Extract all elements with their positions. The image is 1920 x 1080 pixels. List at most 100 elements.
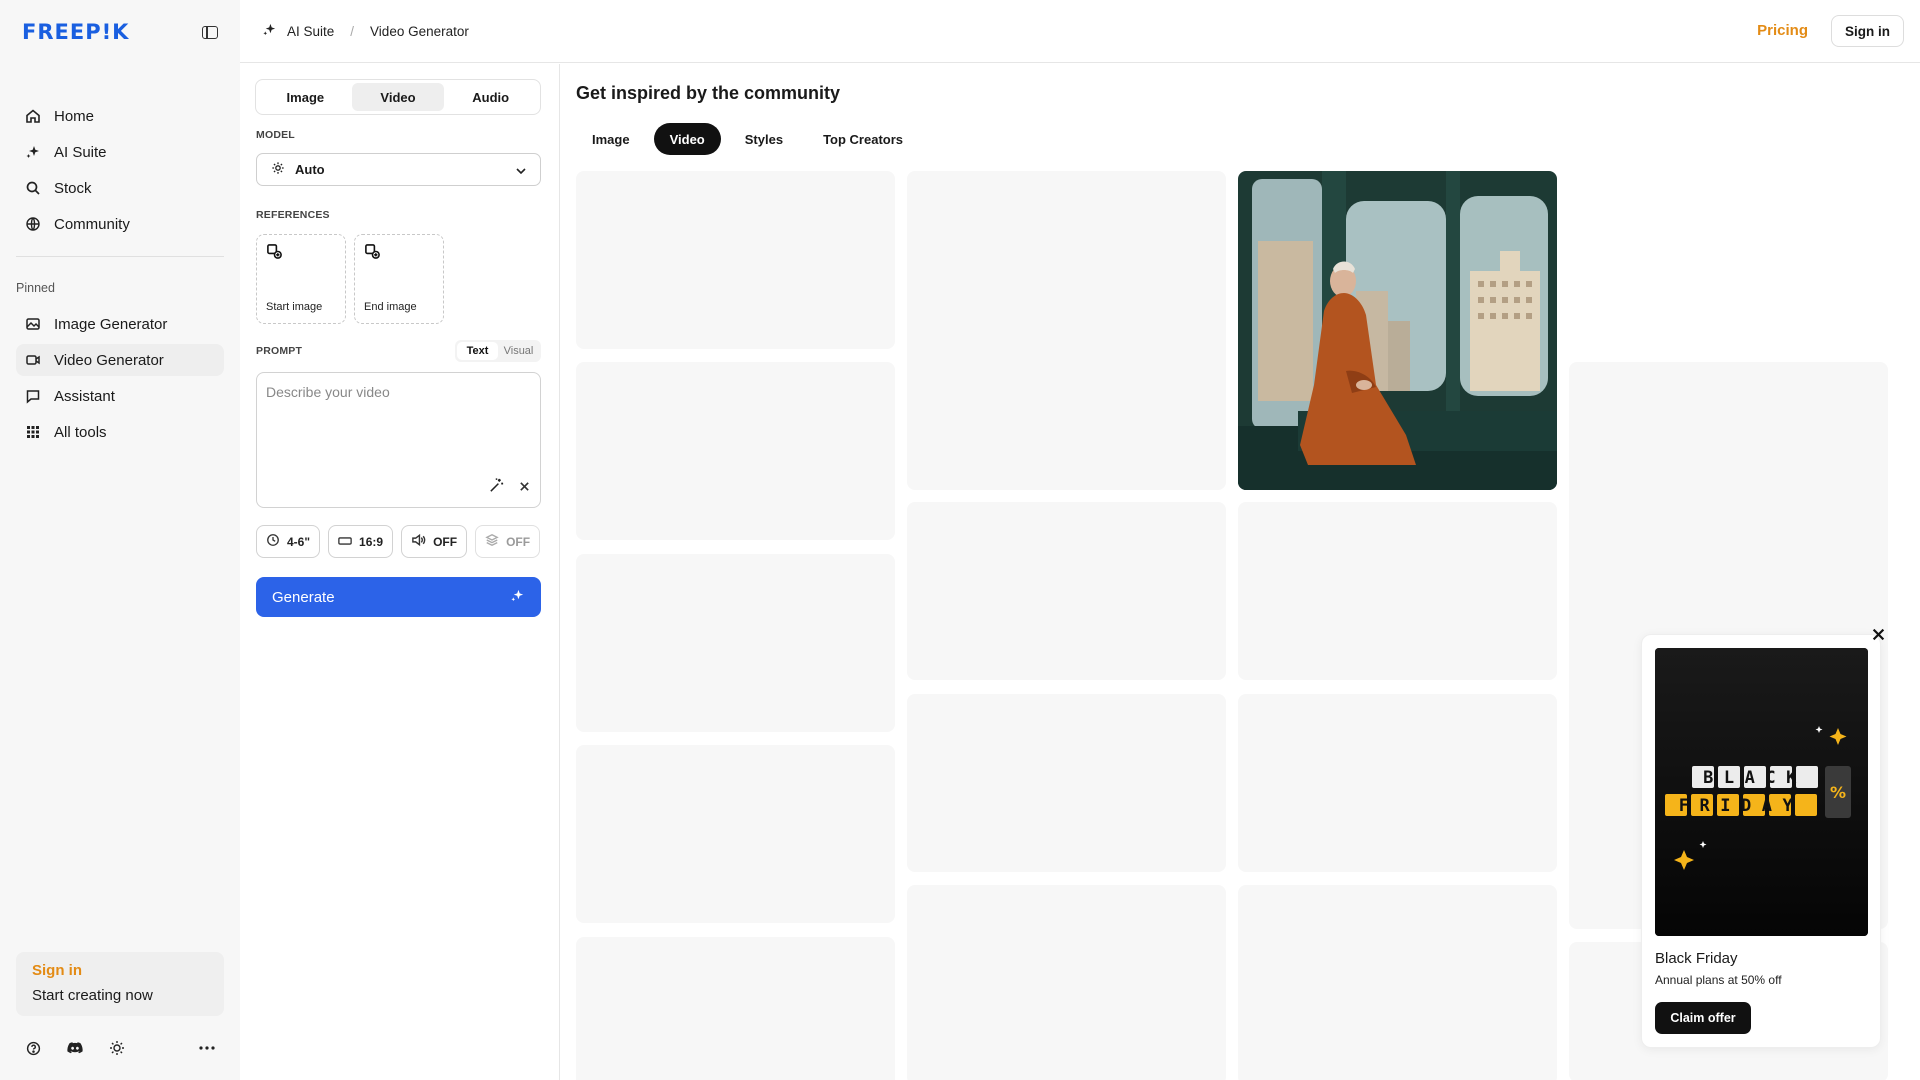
breadcrumb-video-generator: Video Generator — [370, 23, 469, 39]
clear-icon[interactable] — [519, 479, 530, 497]
sidebar-item-ai-suite[interactable]: AI Suite — [16, 136, 224, 168]
settings-chips: 4-6" 16:9 OFF OFF — [256, 525, 541, 558]
sidebar-footer — [24, 1038, 216, 1058]
pinned-heading: Pinned — [16, 281, 55, 295]
sidebar-item-label: Community — [54, 215, 130, 233]
gallery-tile-placeholder[interactable] — [576, 937, 895, 1080]
duration-chip[interactable]: 4-6" — [256, 525, 321, 558]
help-icon[interactable] — [24, 1039, 42, 1057]
sidebar: FREEP!K Home AI Suite Stock Community Pi… — [0, 0, 240, 1080]
gallery-tile-placeholder[interactable] — [576, 362, 895, 540]
pricing-link[interactable]: Pricing — [1757, 22, 1808, 39]
prompt-mode-toggle: Text Visual — [455, 340, 541, 362]
sidebar-item-label: Assistant — [54, 387, 115, 405]
more-icon[interactable] — [198, 1039, 216, 1057]
prompt-tools — [488, 477, 530, 499]
pinned-nav: Image Generator Video Generator Assistan… — [16, 308, 224, 452]
layers-chip[interactable]: OFF — [475, 525, 541, 558]
gallery-tile-placeholder[interactable] — [1238, 885, 1557, 1080]
references-label: REFERENCES — [256, 209, 330, 221]
sidebar-item-stock[interactable]: Stock — [16, 172, 224, 204]
globe-icon — [24, 215, 42, 233]
generator-panel: Image Video Audio MODEL Auto REFERENCES … — [240, 64, 560, 1080]
sidebar-item-home[interactable]: Home — [16, 100, 224, 132]
aspect-ratio-icon — [338, 535, 352, 549]
end-image-upload[interactable]: End image — [354, 234, 444, 324]
black-friday-banner: BLACK FRIDAY % — [1655, 648, 1868, 936]
sidebar-item-label: AI Suite — [54, 143, 107, 161]
start-image-label: Start image — [266, 301, 323, 313]
close-icon[interactable] — [1868, 624, 1888, 644]
tab-audio[interactable]: Audio — [444, 83, 537, 111]
sparkle-icon — [510, 588, 525, 607]
percent-symbol: % — [1830, 783, 1846, 802]
model-value: Auto — [295, 162, 325, 177]
audio-chip[interactable]: OFF — [401, 525, 468, 558]
speaker-icon — [411, 533, 426, 550]
sidebar-item-video-generator[interactable]: Video Generator — [16, 344, 224, 376]
add-image-icon — [364, 243, 381, 265]
gallery-tile-placeholder[interactable] — [907, 171, 1226, 490]
aspect-ratio-chip[interactable]: 16:9 — [328, 525, 394, 558]
sidebar-divider — [16, 256, 224, 257]
gallery-tile-placeholder[interactable] — [576, 171, 895, 349]
sidebar-item-label: Video Generator — [54, 351, 164, 369]
aspect-ratio-value: 16:9 — [359, 534, 384, 549]
tab-video[interactable]: Video — [351, 83, 445, 111]
breadcrumb-ai-suite[interactable]: AI Suite — [287, 24, 334, 39]
black-text: BLACK — [1703, 768, 1807, 788]
friday-text: FRIDAY — [1679, 796, 1803, 816]
search-icon — [24, 179, 42, 197]
signin-card-title[interactable]: Sign in — [32, 962, 208, 979]
signin-button[interactable]: Sign in — [1831, 15, 1904, 47]
gallery-tab-top-creators[interactable]: Top Creators — [807, 123, 919, 155]
gallery-tile-placeholder[interactable] — [1238, 502, 1557, 680]
sidebar-item-community[interactable]: Community — [16, 208, 224, 240]
gallery-tab-styles[interactable]: Styles — [729, 123, 799, 155]
tab-image[interactable]: Image — [259, 83, 352, 111]
discord-icon[interactable] — [66, 1039, 84, 1057]
gallery-tile-placeholder[interactable] — [907, 502, 1226, 680]
magic-wand-icon[interactable] — [488, 477, 505, 499]
gallery-tab-image[interactable]: Image — [576, 123, 646, 155]
breadcrumb-separator: / — [350, 23, 355, 39]
layers-value: OFF — [506, 534, 531, 549]
chat-icon — [24, 387, 42, 405]
sidebar-item-assistant[interactable]: Assistant — [16, 380, 224, 412]
gallery-video-thumbnail[interactable] — [1238, 171, 1557, 490]
generate-button[interactable]: Generate — [256, 577, 541, 617]
gallery-tile-placeholder[interactable] — [907, 885, 1226, 1080]
gear-icon — [271, 161, 285, 178]
chevron-down-icon — [516, 162, 526, 177]
start-image-upload[interactable]: Start image — [256, 234, 346, 324]
gallery-tile-placeholder[interactable] — [576, 554, 895, 732]
home-icon — [24, 107, 42, 125]
top-bar: AI Suite / Video Generator Pricing Sign … — [240, 0, 1920, 63]
sidebar-item-label: Stock — [54, 179, 92, 197]
freepik-logo[interactable]: FREEP!K — [22, 20, 129, 44]
model-select[interactable]: Auto — [256, 153, 541, 186]
woman-on-train-image — [1238, 171, 1557, 490]
gallery-tab-video[interactable]: Video — [653, 123, 721, 155]
claim-offer-button[interactable]: Claim offer — [1655, 1002, 1751, 1034]
gallery-tile-placeholder[interactable] — [576, 745, 895, 923]
sparkle-icon — [262, 22, 277, 40]
gallery-tile-placeholder[interactable] — [1238, 694, 1557, 872]
model-label: MODEL — [256, 129, 295, 141]
sidebar-toggle-icon[interactable] — [202, 25, 218, 39]
prompt-mode-text[interactable]: Text — [457, 342, 498, 360]
black-friday-graphic: BLACK FRIDAY % — [1655, 648, 1868, 936]
sidebar-item-label: All tools — [54, 423, 107, 441]
prompt-mode-visual[interactable]: Visual — [498, 342, 539, 360]
layers-icon — [485, 533, 499, 550]
sparkle-icon — [24, 143, 42, 161]
gallery-tile-placeholder[interactable] — [907, 694, 1226, 872]
theme-sun-icon[interactable] — [108, 1039, 126, 1057]
signin-card[interactable]: Sign in Start creating now — [16, 952, 224, 1016]
promo-subtitle: Annual plans at 50% off — [1655, 973, 1782, 987]
promo-title: Black Friday — [1655, 950, 1738, 967]
sidebar-item-label: Home — [54, 107, 95, 125]
sidebar-item-image-generator[interactable]: Image Generator — [16, 308, 224, 340]
sidebar-item-all-tools[interactable]: All tools — [16, 416, 224, 448]
signin-card-subtitle: Start creating now — [32, 987, 153, 1004]
